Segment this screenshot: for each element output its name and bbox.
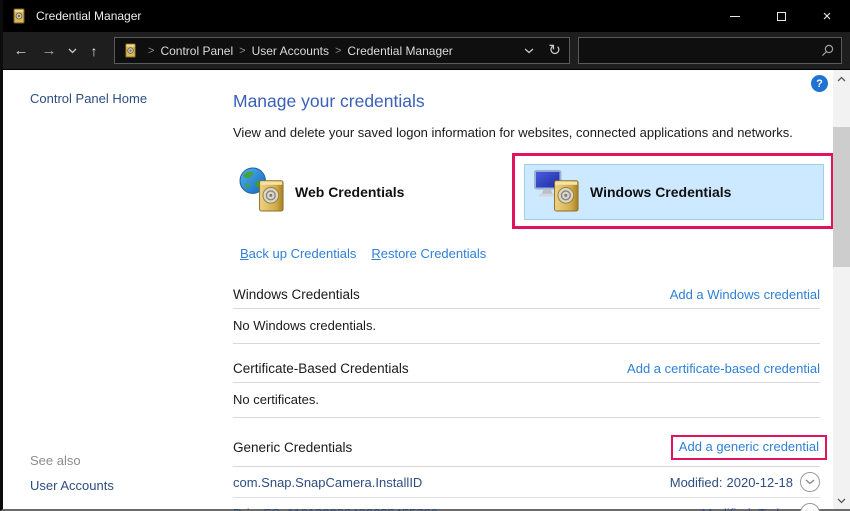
up-arrow-icon: ↑ xyxy=(91,43,98,59)
forward-button[interactable]: → xyxy=(35,42,63,59)
empty-message: No certificates. xyxy=(233,383,820,418)
web-credentials-button[interactable]: Web Credentials xyxy=(239,164,404,220)
back-button[interactable]: ← xyxy=(7,42,35,59)
section-title: Certificate-Based Credentials xyxy=(233,361,409,376)
scroll-down-button[interactable] xyxy=(833,492,850,509)
vault-buttons-row: Web Credentials xyxy=(233,148,820,236)
window-title: Credential Manager xyxy=(36,9,712,23)
see-also-label: See also xyxy=(30,453,233,468)
generic-credentials-section: Generic Credentials Add a generic creden… xyxy=(233,435,820,511)
add-windows-credential-link[interactable]: Add a Windows credential xyxy=(670,287,820,302)
windows-credentials-button[interactable]: Windows Credentials xyxy=(524,164,824,220)
sidebar-item-control-panel-home[interactable]: Control Panel Home xyxy=(30,91,233,106)
main-panel: Manage your credentials View and delete … xyxy=(233,70,820,509)
safe-icon xyxy=(11,8,27,24)
back-arrow-icon: ← xyxy=(14,42,29,59)
credential-row-drivefs: DriveFS_116122308493625455780 Modified:T… xyxy=(233,498,820,511)
address-dropdown-chevron-icon[interactable] xyxy=(524,48,534,54)
expand-credential-button[interactable] xyxy=(800,472,820,492)
chevron-up-icon xyxy=(837,76,846,82)
page-description: View and delete your saved logon informa… xyxy=(233,125,820,140)
breadcrumb-user-accounts[interactable]: User Accounts xyxy=(252,44,329,58)
annotation-box-add-generic-credential: Add a generic credential xyxy=(671,435,827,460)
globe-safe-icon xyxy=(239,167,286,217)
navigation-toolbar: ← → ↑ > Control Panel > User Accounts > … xyxy=(3,32,850,70)
modified-date: Modified:2020-12-18 xyxy=(670,475,793,490)
close-icon: × xyxy=(823,9,832,24)
vertical-scrollbar[interactable] xyxy=(833,70,850,509)
chevron-down-icon xyxy=(805,479,815,485)
breadcrumb-separator: > xyxy=(142,45,160,57)
expand-credential-button[interactable] xyxy=(800,503,820,511)
safe-icon xyxy=(123,43,138,58)
section-title: Generic Credentials xyxy=(233,440,352,455)
modified-date: Modified:Today xyxy=(702,506,793,511)
sidebar: Control Panel Home See also User Account… xyxy=(3,70,233,509)
minimize-button[interactable] xyxy=(712,0,758,32)
search-box[interactable] xyxy=(578,37,842,64)
address-bar[interactable]: > Control Panel > User Accounts > Creden… xyxy=(114,37,570,64)
credential-name-link[interactable]: com.Snap.SnapCamera.InstallID xyxy=(233,475,422,490)
windows-credentials-section: Windows Credentials Add a Windows creden… xyxy=(233,287,820,344)
content-area: Control Panel Home See also User Account… xyxy=(3,70,850,509)
breadcrumb-separator: > xyxy=(329,45,347,57)
chevron-down-icon xyxy=(837,498,846,504)
help-icon[interactable]: ? xyxy=(811,75,828,92)
vault-label: Web Credentials xyxy=(295,184,404,200)
page-title: Manage your credentials xyxy=(233,91,820,112)
computer-safe-icon xyxy=(534,167,581,217)
credential-manager-window: Credential Manager × ← → ↑ > Control xyxy=(0,0,850,511)
title-bar: Credential Manager × xyxy=(3,0,850,32)
vault-label: Windows Credentials xyxy=(590,184,731,200)
empty-message: No Windows credentials. xyxy=(233,309,820,344)
certificate-credentials-section: Certificate-Based Credentials Add a cert… xyxy=(233,361,820,418)
up-button[interactable]: ↑ xyxy=(81,43,107,59)
credential-row-snapcamera: com.Snap.SnapCamera.InstallID Modified:2… xyxy=(233,467,820,498)
section-title: Windows Credentials xyxy=(233,287,360,302)
recent-pages-button[interactable] xyxy=(63,48,81,54)
add-generic-credential-link[interactable]: Add a generic credential xyxy=(679,439,819,454)
search-input[interactable] xyxy=(586,44,821,58)
breadcrumb-control-panel[interactable]: Control Panel xyxy=(160,44,233,58)
close-button[interactable]: × xyxy=(804,0,850,32)
forward-arrow-icon: → xyxy=(42,42,57,59)
maximize-icon xyxy=(777,12,786,21)
credential-name-link[interactable]: DriveFS_116122308493625455780 xyxy=(233,506,438,511)
add-certificate-credential-link[interactable]: Add a certificate-based credential xyxy=(627,361,820,376)
backup-credentials-link[interactable]: Back up Credentials xyxy=(240,246,356,261)
credential-sections: Windows Credentials Add a Windows creden… xyxy=(233,287,820,511)
search-icon xyxy=(821,44,834,57)
credential-action-links: Back up Credentials Restore Credentials xyxy=(240,246,820,261)
breadcrumb-credential-manager[interactable]: Credential Manager xyxy=(347,44,452,58)
refresh-icon[interactable]: ↻ xyxy=(548,43,561,58)
maximize-button[interactable] xyxy=(758,0,804,32)
chevron-down-icon xyxy=(68,48,77,54)
window-controls: × xyxy=(712,0,850,32)
sidebar-item-user-accounts[interactable]: User Accounts xyxy=(30,478,233,493)
minimize-icon xyxy=(730,16,740,17)
scroll-up-button[interactable] xyxy=(833,70,850,87)
breadcrumb-separator: > xyxy=(233,45,251,57)
scrollbar-thumb[interactable] xyxy=(833,127,850,267)
restore-credentials-link[interactable]: Restore Credentials xyxy=(371,246,486,261)
